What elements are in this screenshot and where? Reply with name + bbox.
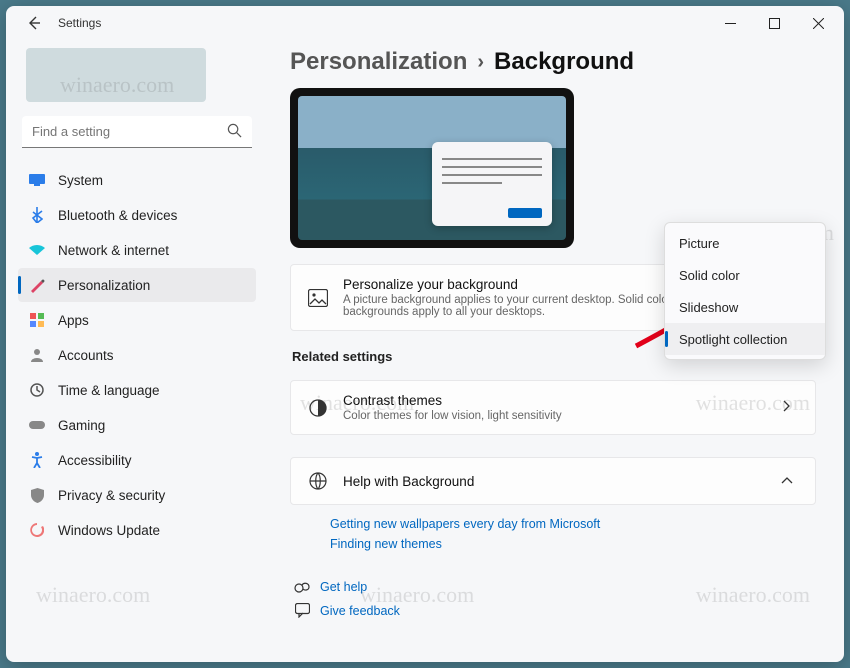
search-icon	[227, 123, 242, 143]
sidebar-item-gaming[interactable]: Gaming	[18, 408, 256, 442]
sidebar-item-label: Privacy & security	[58, 488, 165, 503]
update-icon	[28, 521, 46, 539]
page-title: Background	[494, 48, 634, 76]
dropdown-option-picture[interactable]: Picture	[665, 227, 825, 259]
nav-list: System Bluetooth & devices Network & int…	[18, 162, 256, 548]
sidebar-item-bluetooth[interactable]: Bluetooth & devices	[18, 198, 256, 232]
maximize-button[interactable]	[752, 8, 796, 38]
help-links: Getting new wallpapers every day from Mi…	[290, 505, 816, 563]
preview-scene	[298, 96, 566, 240]
dropdown-option-spotlight[interactable]: Spotlight collection	[665, 323, 825, 355]
time-icon	[28, 381, 46, 399]
dropdown-option-solid[interactable]: Solid color	[665, 259, 825, 291]
privacy-icon	[28, 486, 46, 504]
globe-icon	[307, 470, 329, 492]
chevron-right-icon	[775, 399, 799, 417]
network-icon	[28, 241, 46, 259]
image-icon	[307, 287, 329, 309]
sidebar-item-system[interactable]: System	[18, 163, 256, 197]
sidebar-item-privacy[interactable]: Privacy & security	[18, 478, 256, 512]
sidebar-item-label: Windows Update	[58, 523, 160, 538]
sidebar-item-accounts[interactable]: Accounts	[18, 338, 256, 372]
sidebar-item-label: Time & language	[58, 383, 160, 398]
sidebar: System Bluetooth & devices Network & int…	[6, 40, 268, 662]
contrast-icon	[307, 397, 329, 419]
sidebar-item-label: Accounts	[58, 348, 114, 363]
desktop-preview	[290, 88, 574, 248]
help-background-card[interactable]: Help with Background	[290, 457, 816, 505]
sidebar-item-label: Personalization	[58, 278, 150, 293]
sidebar-item-label: Apps	[58, 313, 89, 328]
window-title: Settings	[58, 16, 101, 30]
accessibility-icon	[28, 451, 46, 469]
sidebar-item-apps[interactable]: Apps	[18, 303, 256, 337]
titlebar: Settings	[6, 6, 844, 40]
sidebar-item-label: Bluetooth & devices	[58, 208, 177, 223]
accounts-icon	[28, 346, 46, 364]
sidebar-item-label: Accessibility	[58, 453, 132, 468]
sidebar-item-update[interactable]: Windows Update	[18, 513, 256, 547]
sidebar-item-label: Gaming	[58, 418, 105, 433]
personalization-icon	[28, 276, 46, 294]
chevron-up-icon	[775, 472, 799, 490]
minimize-button[interactable]	[708, 8, 752, 38]
feedback-icon	[292, 603, 312, 618]
card-title: Contrast themes	[343, 393, 775, 408]
search-container	[22, 116, 252, 148]
sidebar-item-personalization[interactable]: Personalization	[18, 268, 256, 302]
apps-icon	[28, 311, 46, 329]
footer-links: Get help Give feedback	[290, 579, 816, 618]
back-button[interactable]	[22, 11, 46, 35]
gaming-icon	[28, 416, 46, 434]
breadcrumb: Personalization › Background	[290, 48, 816, 76]
breadcrumb-parent[interactable]: Personalization	[290, 48, 467, 76]
card-desc: Color themes for low vision, light sensi…	[343, 410, 775, 422]
get-help-link[interactable]: Get help	[292, 579, 816, 595]
sidebar-item-network[interactable]: Network & internet	[18, 233, 256, 267]
dropdown-option-slideshow[interactable]: Slideshow	[665, 291, 825, 323]
help-link-themes[interactable]: Finding new themes	[330, 537, 816, 551]
give-feedback-link[interactable]: Give feedback	[292, 603, 816, 618]
help-icon	[292, 579, 312, 595]
sidebar-item-label: System	[58, 173, 103, 188]
sidebar-item-accessibility[interactable]: Accessibility	[18, 443, 256, 477]
background-type-dropdown: Picture Solid color Slideshow Spotlight …	[664, 222, 826, 360]
help-link-wallpapers[interactable]: Getting new wallpapers every day from Mi…	[330, 517, 816, 531]
chevron-right-icon: ›	[477, 51, 484, 74]
card-title: Help with Background	[343, 474, 775, 489]
account-card[interactable]	[26, 48, 206, 102]
close-button[interactable]	[796, 8, 840, 38]
contrast-themes-card[interactable]: Contrast themes Color themes for low vis…	[290, 380, 816, 435]
system-icon	[28, 171, 46, 189]
main-content: Personalization › Background Personalize…	[268, 40, 844, 662]
sidebar-item-time[interactable]: Time & language	[18, 373, 256, 407]
sidebar-item-label: Network & internet	[58, 243, 169, 258]
back-arrow-icon	[26, 15, 42, 31]
preview-window-mock	[432, 142, 552, 226]
settings-window: Settings System Bluetooth & devices Netw…	[6, 6, 844, 662]
search-input[interactable]	[22, 116, 252, 148]
bluetooth-icon	[28, 206, 46, 224]
